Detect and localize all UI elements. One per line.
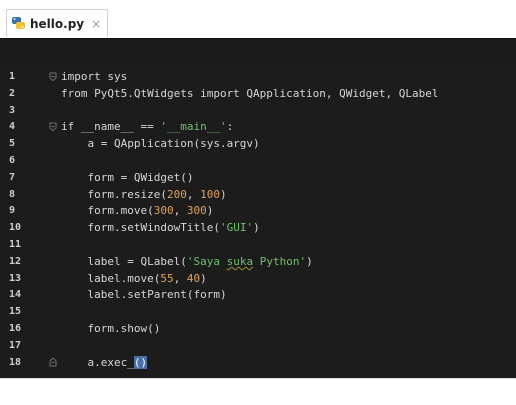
code-token: from PyQt5.QtWidgets import QApplication… — [61, 86, 439, 100]
line-number: 10 — [9, 222, 22, 234]
code-text: label.move(55, 40) — [61, 270, 207, 287]
code-line[interactable]: 11 — [0, 236, 516, 253]
code-text: form = QWidget() — [61, 169, 193, 186]
code-token: a.exec_ — [61, 355, 134, 369]
code-token: form.show() — [61, 322, 161, 335]
line-number: 11 — [9, 239, 22, 250]
code-token: Python' — [253, 254, 307, 268]
code-line[interactable]: 4 if __name__ == '__main__': — [0, 118, 516, 135]
code-token: label.setParent(form) — [61, 288, 227, 302]
code-line[interactable]: 15 — [0, 303, 516, 320]
code-text: a = QApplication(sys.argv) — [61, 135, 260, 152]
code-line[interactable]: 14 label.setParent(form) — [0, 286, 516, 303]
code-token: : — [226, 120, 234, 134]
code-line[interactable]: 9 form.move(300, 300) — [0, 202, 516, 219]
code-line[interactable]: 18 a.exec_() — [0, 354, 516, 371]
tab-label: hello.py — [30, 16, 85, 31]
line-number: 13 — [9, 272, 22, 284]
code-token: ) — [206, 204, 214, 218]
code-token: , — [173, 204, 187, 218]
code-token: , — [173, 271, 187, 285]
line-number: 14 — [9, 289, 22, 301]
code-token: form.setWindowTitle( — [61, 221, 220, 235]
code-token: , — [186, 187, 201, 201]
code-line[interactable]: 1 import sys — [0, 68, 516, 85]
line-number: 7 — [9, 171, 16, 183]
close-icon[interactable]: × — [91, 17, 101, 31]
line-number: 8 — [9, 188, 16, 200]
code-text: form.setWindowTitle('GUI') — [61, 219, 260, 236]
code-text: label = QLabel('Saya suka Python') — [61, 253, 313, 270]
code-token: 'Saya — [186, 254, 227, 268]
code-text: import sys — [61, 68, 127, 85]
line-number: 2 — [9, 87, 16, 99]
code-token: suka — [226, 254, 254, 268]
code-line[interactable]: 5 a = QApplication(sys.argv) — [0, 135, 516, 152]
tab-bar: hello.py × — [0, 0, 516, 40]
code-line[interactable]: 10 form.setWindowTitle('GUI') — [0, 219, 516, 236]
line-number: 3 — [9, 104, 16, 116]
code-text: form.show() — [61, 320, 160, 337]
code-token: () — [133, 355, 148, 369]
line-number: 17 — [9, 339, 22, 351]
python-file-icon — [11, 16, 26, 31]
code-token: label = QLabel( — [61, 254, 187, 268]
code-text: label.setParent(form) — [61, 286, 227, 303]
code-token: 'GUI' — [219, 221, 254, 235]
status-area — [0, 378, 516, 405]
code-text: if __name__ == '__main__': — [61, 118, 233, 135]
code-token: 300 — [186, 204, 207, 218]
code-token: form.move( — [61, 204, 154, 218]
code-token: import sys — [61, 70, 128, 83]
code-line[interactable]: 2 from PyQt5.QtWidgets import QApplicatio… — [0, 85, 516, 102]
code-line[interactable]: 12 label = QLabel('Saya suka Python') — [0, 253, 516, 270]
line-number: 6 — [9, 155, 16, 166]
code-token: ) — [253, 221, 260, 235]
line-number: 9 — [9, 205, 16, 217]
code-token: a = QApplication(sys.argv) — [61, 137, 260, 151]
code-token: 200 — [166, 187, 187, 201]
line-number: 16 — [9, 323, 22, 334]
line-number: 4 — [9, 121, 16, 133]
code-token: 40 — [186, 271, 201, 285]
fold-marker-icon[interactable] — [49, 122, 57, 132]
code-line[interactable]: 17 — [0, 337, 516, 354]
code-line[interactable]: 6 — [0, 152, 516, 169]
line-number: 1 — [9, 71, 16, 82]
code-line[interactable]: 3 — [0, 102, 516, 119]
fold-marker-icon[interactable] — [49, 72, 57, 81]
code-text: form.move(300, 300) — [61, 202, 213, 219]
code-line[interactable]: 7 form = QWidget() — [0, 169, 516, 186]
code-token: 300 — [153, 204, 174, 218]
code-token: ) — [200, 271, 207, 285]
line-number: 15 — [9, 306, 22, 318]
code-token: ) — [219, 187, 227, 201]
code-token: label.move( — [61, 271, 161, 285]
code-token: form = QWidget() — [61, 170, 194, 184]
code-token: 100 — [200, 187, 220, 201]
code-line[interactable]: 13 label.move(55, 40) — [0, 270, 516, 287]
editor-window: hello.py × 1 import sys 2 from PyQt5.QtWidg… — [0, 0, 516, 405]
code-editor[interactable]: 1 import sys 2 from PyQt5.QtWidgets import … — [0, 64, 516, 378]
breadcrumb-strip — [0, 38, 516, 65]
code-line[interactable]: 8 form.resize(200, 100) — [0, 186, 516, 203]
fold-marker-icon[interactable] — [49, 357, 57, 367]
code-line[interactable]: 16 form.show() — [0, 320, 516, 337]
code-token: ) — [306, 254, 313, 268]
code-text: form.resize(200, 100) — [61, 186, 227, 203]
code-token: form.resize( — [61, 187, 167, 201]
code-text: from PyQt5.QtWidgets import QApplication… — [61, 85, 439, 102]
line-number: 12 — [9, 255, 22, 267]
line-number: 5 — [9, 138, 16, 150]
tab-hello-py[interactable]: hello.py × — [6, 9, 109, 37]
code-token: 55 — [160, 271, 174, 285]
code-text: a.exec_() — [61, 354, 148, 371]
code-token: if __name__ == — [61, 120, 161, 134]
code-token: '__main__' — [160, 120, 227, 134]
line-number: 18 — [9, 356, 22, 368]
